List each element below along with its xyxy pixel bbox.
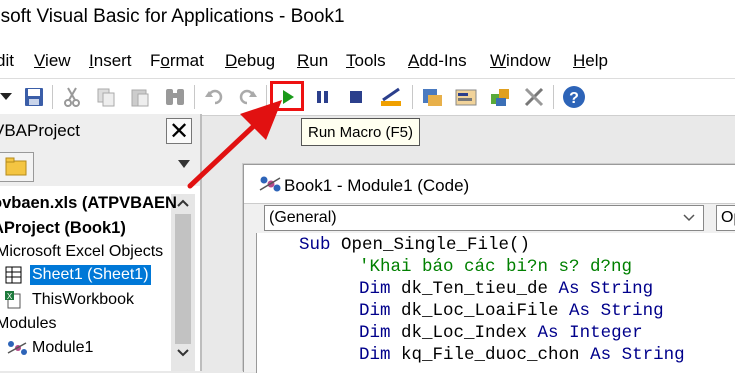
dropdown-arrow-icon[interactable] (0, 85, 18, 109)
code-window-title: Book1 - Module1 (Code) (284, 176, 470, 195)
save-icon[interactable] (22, 85, 46, 109)
sheet-icon (4, 265, 24, 285)
standard-toolbar: ? (0, 78, 735, 116)
menu-run[interactable]: Run (297, 51, 328, 71)
code-window-titlebar: Book1 - Module1 (Code) (244, 165, 735, 204)
toggle-folders-button[interactable] (0, 152, 34, 182)
properties-window-icon[interactable] (454, 85, 478, 109)
reset-icon[interactable] (344, 85, 368, 109)
menu-insert[interactable]: Insert (89, 51, 132, 71)
menu-format[interactable]: Format (150, 51, 204, 71)
run-macro-tooltip: Run Macro (F5) (301, 118, 421, 146)
menu-bar: dit View Insert Format Debug Run Tools A… (0, 40, 735, 78)
tree-node-sheet1[interactable]: Sheet1 (Sheet1) (30, 265, 151, 285)
svg-text:X: X (7, 292, 13, 301)
project-explorer-toolbar (0, 148, 200, 186)
module-icon (259, 176, 281, 192)
title-bar: osoft Visual Basic for Applications - Bo… (0, 0, 735, 40)
tree-node-module1[interactable]: Module1 (32, 339, 93, 357)
procedure-dropdown-value: Op (721, 209, 735, 226)
break-icon[interactable] (311, 85, 335, 109)
scroll-up-arrow-icon[interactable] (177, 198, 189, 208)
object-dropdown-value: (General) (269, 209, 337, 226)
folder-icon (5, 157, 27, 176)
module-icon (6, 338, 28, 358)
code-line-3: Dim dk_Ten_tieu_de As String (359, 279, 654, 299)
menu-debug[interactable]: Debug (225, 51, 275, 71)
tree-node-modules[interactable]: Modules (0, 315, 56, 333)
undo-icon[interactable] (202, 85, 226, 109)
code-line-5: Dim dk_Loc_Index As Integer (359, 323, 643, 343)
workbook-icon: X (4, 290, 24, 310)
close-icon[interactable]: ✕ (166, 118, 192, 145)
project-explorer-title: VBAProject (0, 121, 80, 140)
code-window: Book1 - Module1 (Code) (General) Op Sub … (243, 164, 735, 373)
menu-edit[interactable]: dit (0, 51, 14, 71)
redo-icon[interactable] (236, 85, 260, 109)
project-scroll-thumb[interactable] (175, 214, 191, 344)
menu-add-ins[interactable]: Add-Ins (408, 51, 467, 71)
project-explorer-icon[interactable] (420, 85, 444, 109)
code-editor[interactable]: Sub Open_Single_File() 'Khai báo các bi?… (256, 233, 735, 373)
procedure-dropdown[interactable]: Op (716, 205, 735, 231)
scroll-up-arrow-icon[interactable] (178, 160, 190, 168)
cut-icon[interactable] (60, 85, 84, 109)
menu-window[interactable]: Window (490, 51, 550, 71)
project-explorer-header: VBAProject ✕ (0, 114, 200, 148)
scroll-down-arrow-icon[interactable] (177, 348, 189, 358)
object-dropdown[interactable]: (General) (264, 205, 704, 231)
code-line-6: Dim kq_File_duoc_chon As String (359, 345, 685, 365)
tree-node-vbaproject[interactable]: AProject (Book1) (0, 219, 126, 238)
code-line-4: Dim dk_Loc_LoaiFile As String (359, 301, 664, 321)
tree-node-excel-objects[interactable]: Microsoft Excel Objects (0, 243, 163, 261)
paste-icon[interactable] (128, 85, 152, 109)
tree-node-atpvbaen[interactable]: ovbaen.xls (ATPVBAEN (0, 194, 177, 213)
help-icon[interactable]: ? (562, 85, 586, 109)
menu-view[interactable]: View (34, 51, 71, 71)
run-highlight-box (270, 81, 304, 111)
object-browser-icon[interactable] (488, 85, 512, 109)
copy-icon[interactable] (94, 85, 118, 109)
design-mode-icon[interactable] (379, 85, 403, 109)
svg-text:?: ? (569, 90, 579, 107)
toolbox-icon[interactable] (522, 85, 546, 109)
menu-help[interactable]: Help (573, 51, 608, 71)
code-line-1: Sub Open_Single_File() (299, 235, 531, 255)
chevron-down-icon (683, 214, 695, 222)
window-title: osoft Visual Basic for Applications - Bo… (0, 6, 345, 27)
menu-tools[interactable]: Tools (346, 51, 386, 71)
find-icon[interactable] (163, 85, 187, 109)
code-line-2: 'Khai báo các bi?n s? d?ng (359, 257, 633, 277)
project-explorer-pane: VBAProject ✕ ovbaen.xls (ATPVBAEN AProje… (0, 114, 202, 371)
tree-node-thisworkbook[interactable]: ThisWorkbook (32, 291, 134, 309)
